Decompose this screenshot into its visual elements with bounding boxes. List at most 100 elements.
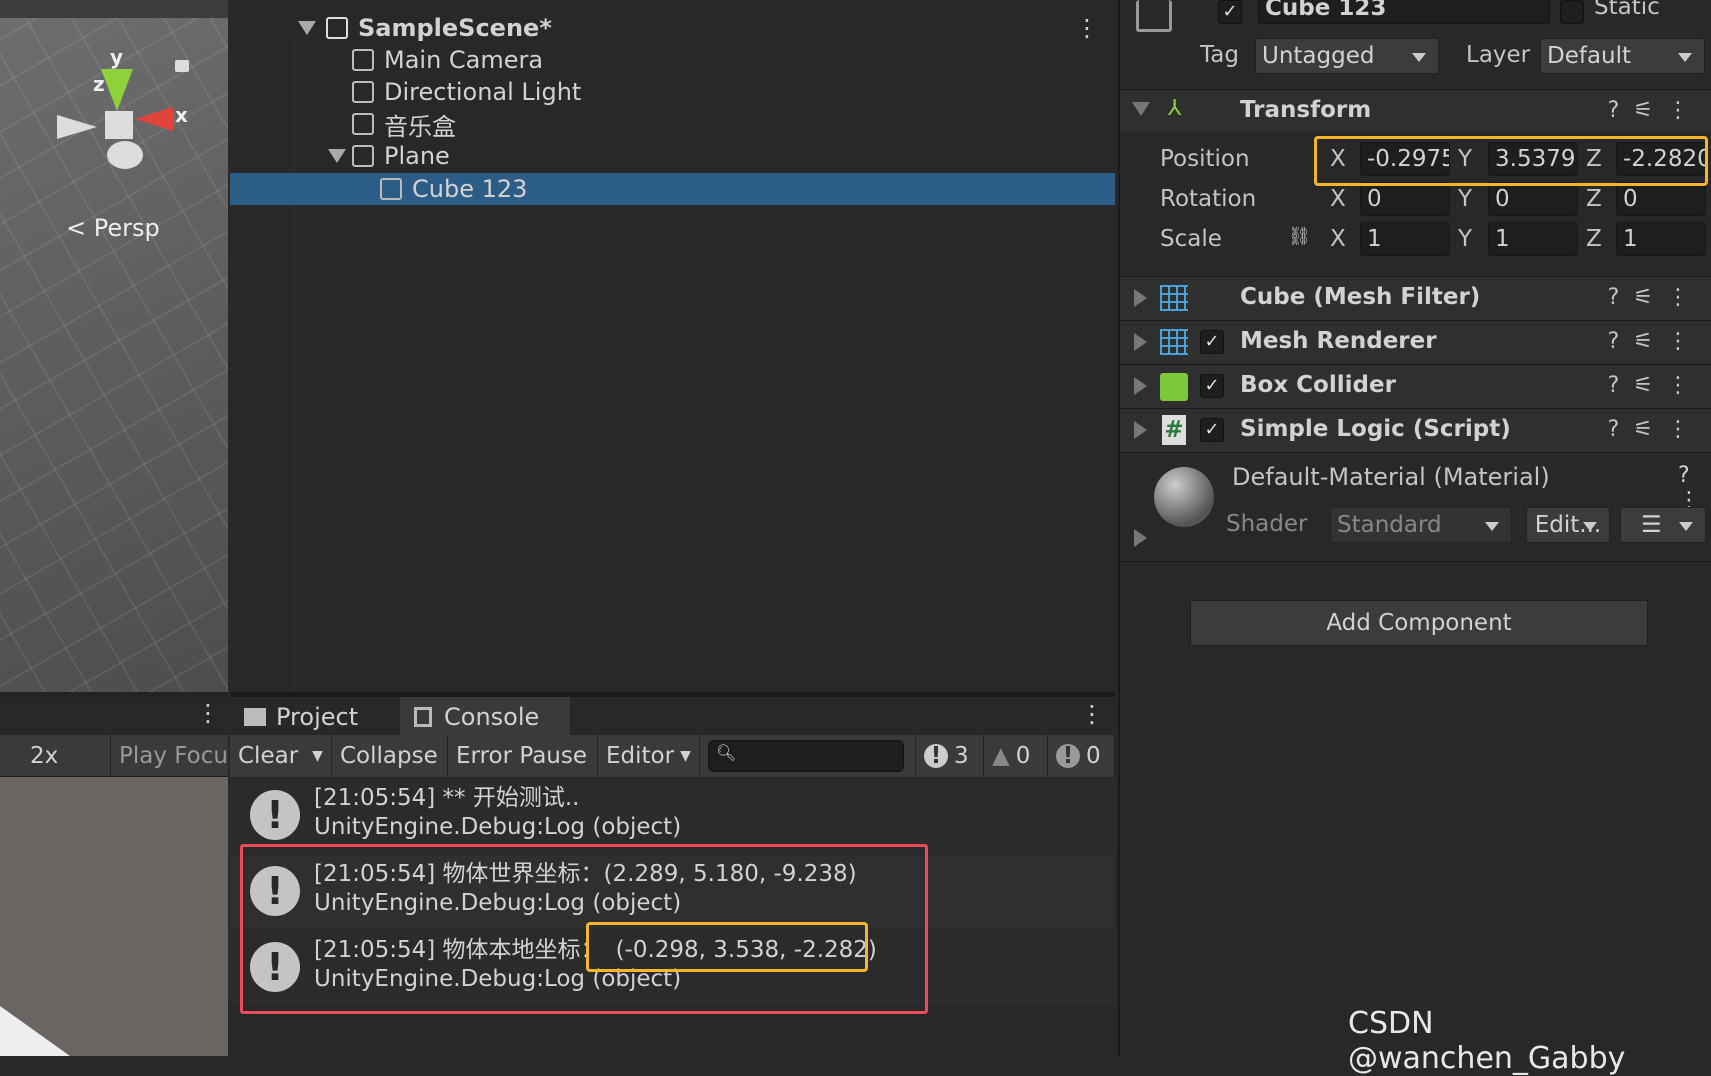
- log-entry[interactable]: ! [21:05:54] ** 开始测试.. UnityEngine.Debug:…: [230, 778, 1115, 853]
- warning-filter-toggle[interactable]: ▲ 0: [984, 735, 1048, 777]
- component-mesh-renderer[interactable]: ✓ Mesh Renderer ?⚟⋮: [1120, 320, 1711, 364]
- scale-label: Scale: [1160, 226, 1222, 252]
- game-tabbar: ⋮: [0, 697, 228, 735]
- rotation-x-field[interactable]: 0: [1360, 182, 1450, 216]
- expand-triangle-icon[interactable]: [1134, 529, 1147, 547]
- name-field[interactable]: Cube 123: [1258, 0, 1550, 24]
- scale-x-field[interactable]: 1: [1360, 222, 1450, 256]
- expand-triangle-icon[interactable]: [298, 21, 316, 35]
- more-icon[interactable]: ⋮: [1075, 14, 1099, 42]
- edit-shader-button[interactable]: Edit...: [1526, 507, 1610, 543]
- enabled-checkbox[interactable]: ✓: [1200, 418, 1224, 442]
- hierarchy-item[interactable]: Plane: [230, 140, 1115, 172]
- rotation-z-field[interactable]: 0: [1616, 182, 1706, 216]
- clear-button[interactable]: Clear ▼: [230, 735, 332, 777]
- material-name: Default-Material (Material): [1232, 463, 1550, 491]
- axis-label: X: [1330, 226, 1346, 252]
- component-actions[interactable]: ?⚟⋮: [1608, 329, 1703, 354]
- tag-label: Tag: [1200, 42, 1239, 68]
- expand-triangle-icon[interactable]: [1134, 377, 1147, 395]
- game-zoom-value[interactable]: 2x: [30, 743, 58, 769]
- hierarchy-item-selected[interactable]: Cube 123: [230, 173, 1115, 205]
- info-count: 3: [954, 743, 969, 769]
- clear-label: Clear: [238, 743, 299, 769]
- unity-scene-icon: [326, 17, 348, 39]
- active-checkbox[interactable]: ✓: [1218, 0, 1242, 24]
- search-input[interactable]: [708, 740, 904, 772]
- item-label: 音乐盒: [384, 112, 456, 141]
- error-filter-toggle[interactable]: ! 0: [1048, 735, 1115, 777]
- component-mesh-filter[interactable]: Cube (Mesh Filter) ?⚟⋮: [1120, 276, 1711, 320]
- persp-label[interactable]: < Persp: [66, 214, 160, 242]
- expand-triangle-icon[interactable]: [1134, 289, 1147, 307]
- gizmo-neg-x-cone: [57, 115, 97, 139]
- component-script[interactable]: # ✓ Simple Logic (Script) ?⚟⋮: [1120, 408, 1711, 452]
- scale-y-field[interactable]: 1: [1488, 222, 1578, 256]
- scene-name: SampleScene*: [358, 14, 552, 42]
- gizmo-x-cone: [135, 107, 173, 131]
- material-sphere-icon: [1154, 467, 1214, 527]
- layer-dropdown[interactable]: Default: [1540, 38, 1705, 74]
- error-pause-button[interactable]: Error Pause: [448, 735, 598, 777]
- lock-icon[interactable]: [175, 60, 189, 72]
- folder-icon: [244, 708, 266, 726]
- expand-triangle-icon[interactable]: [328, 149, 346, 163]
- error-count: 0: [1086, 743, 1101, 769]
- component-actions[interactable]: ?⚟⋮: [1608, 373, 1703, 398]
- transform-icon: ⅄: [1168, 96, 1182, 121]
- rotation-label: Rotation: [1160, 186, 1257, 212]
- component-box-collider[interactable]: ✓ Box Collider ?⚟⋮: [1120, 364, 1711, 408]
- editor-dropdown[interactable]: Editor ▼: [598, 735, 700, 777]
- scale-z-field[interactable]: 1: [1616, 222, 1706, 256]
- hierarchy-panel: SampleScene* ⋮ Main Camera Directional L…: [230, 0, 1115, 692]
- shader-label: Shader: [1226, 511, 1308, 537]
- hierarchy-item[interactable]: 音乐盒: [230, 108, 1115, 141]
- collapse-triangle-icon[interactable]: [1132, 102, 1150, 116]
- play-focused-dropdown[interactable]: Play Focu: [110, 735, 228, 777]
- transform-header[interactable]: ⅄ Transform ?⚟⋮: [1120, 89, 1711, 133]
- hierarchy-item[interactable]: Main Camera: [230, 44, 1115, 76]
- tab-console[interactable]: Console: [400, 697, 570, 737]
- error-icon: !: [1056, 744, 1080, 768]
- component-actions[interactable]: ?⚟⋮: [1608, 417, 1703, 442]
- shader-options-button[interactable]: ☰: [1620, 507, 1706, 543]
- material-section: Default-Material (Material) ?⋮ Shader St…: [1120, 452, 1711, 562]
- info-filter-toggle[interactable]: ! 3: [916, 735, 984, 777]
- hierarchy-scene-row[interactable]: SampleScene* ⋮: [230, 12, 1115, 44]
- position-label: Position: [1160, 146, 1250, 172]
- axis-label: Y: [1458, 226, 1473, 252]
- tab-project[interactable]: Project: [230, 697, 398, 737]
- tag-dropdown[interactable]: Untagged: [1255, 38, 1439, 74]
- static-checkbox[interactable]: [1560, 0, 1584, 24]
- log-trace: UnityEngine.Debug:Log (object): [314, 814, 682, 840]
- component-actions[interactable]: ?⚟⋮: [1608, 285, 1703, 310]
- shader-dropdown[interactable]: Standard: [1330, 507, 1512, 543]
- gameobject-icon: [1136, 0, 1172, 32]
- hierarchy-item[interactable]: Directional Light: [230, 76, 1115, 108]
- game-view[interactable]: [0, 777, 228, 1056]
- game-more-icon[interactable]: ⋮: [196, 699, 220, 727]
- console-more-icon[interactable]: ⋮: [1080, 700, 1104, 728]
- scene-gizmo[interactable]: y z x: [55, 45, 195, 185]
- expand-triangle-icon[interactable]: [1134, 421, 1147, 439]
- item-label: Plane: [384, 142, 450, 170]
- expand-triangle-icon[interactable]: [1134, 333, 1147, 351]
- material-actions[interactable]: ?⋮: [1678, 463, 1711, 513]
- log-message: [21:05:54] ** 开始测试..: [314, 785, 580, 811]
- clear-dropdown-icon[interactable]: ▼: [312, 748, 323, 764]
- highlight-yellow-box: [1314, 136, 1708, 186]
- game-toolbar: 2x Play Focu: [0, 735, 228, 777]
- collapse-button[interactable]: Collapse: [332, 735, 448, 777]
- error-pause-label: Error Pause: [456, 743, 588, 769]
- enabled-checkbox[interactable]: ✓: [1200, 330, 1224, 354]
- item-label: Cube 123: [412, 175, 528, 203]
- component-title: Cube (Mesh Filter): [1240, 284, 1481, 310]
- component-actions[interactable]: ?⚟⋮: [1608, 98, 1703, 123]
- component-title: Box Collider: [1240, 372, 1396, 398]
- enabled-checkbox[interactable]: ✓: [1200, 374, 1224, 398]
- constrain-proportions-icon[interactable]: ⛓: [1288, 226, 1311, 247]
- add-component-button[interactable]: Add Component: [1190, 600, 1648, 646]
- rotation-y-field[interactable]: 0: [1488, 182, 1578, 216]
- gameobject-icon: [352, 113, 374, 135]
- box-collider-icon: [1160, 373, 1188, 401]
